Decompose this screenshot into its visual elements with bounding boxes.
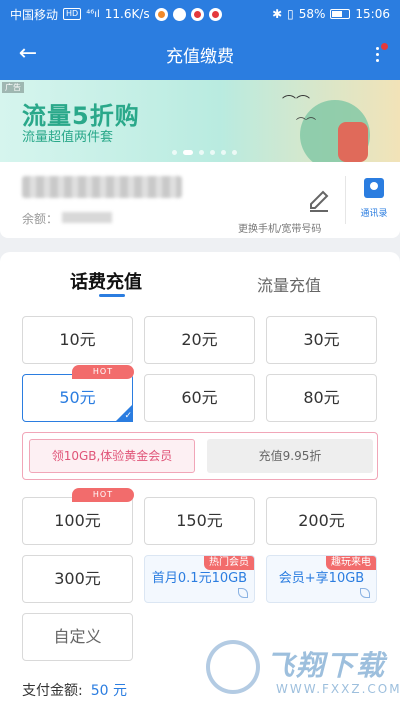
banner-subheadline: 流量超值两件套 — [22, 130, 114, 145]
payment-amount: 50 元 — [90, 683, 127, 699]
pagination-dot — [199, 150, 204, 155]
contacts-label: 通讯录 — [360, 209, 388, 219]
pagination-dot — [221, 150, 226, 155]
hd-indicator: HD — [63, 8, 82, 20]
vibrate-icon: ▯ — [287, 7, 294, 21]
pagination-dot — [172, 150, 177, 155]
watermark-text: 飞翔下载 — [266, 649, 387, 682]
bird-icon: ⌒⌒ — [296, 118, 316, 129]
back-arrow-icon[interactable]: ← — [14, 40, 42, 68]
custom-amount-button[interactable]: 自定义 — [22, 613, 133, 661]
bluetooth-icon: ✱ — [272, 7, 283, 21]
leaf-icon — [360, 588, 370, 598]
tab-phone-recharge[interactable]: 话费充值 — [70, 268, 142, 294]
hot-badge: HOT — [72, 365, 134, 379]
package-option-member-first-month[interactable]: 首月0.1元10GB 热门会员 — [144, 555, 255, 603]
notification-dot — [381, 43, 388, 50]
contacts-button[interactable]: 通讯录 — [352, 178, 396, 219]
package-tag: 热门会员 — [204, 556, 254, 570]
carrier-name: 中国移动 — [10, 7, 59, 22]
package-label: 会员+享10GB — [278, 571, 365, 586]
account-card: 余额： 更换手机/宽带号码 通讯录 — [0, 162, 400, 238]
pagination-dot-active — [183, 150, 193, 155]
hot-badge: HOT — [72, 488, 134, 502]
payment-summary: 支付金额: 50 元 — [22, 680, 127, 700]
edit-pencil-icon[interactable] — [306, 188, 332, 214]
pagination-dot — [232, 150, 237, 155]
balance-label: 余额： — [22, 212, 59, 226]
tab-indicator — [99, 294, 125, 297]
signal-icon: ⁴⁶ıl — [86, 8, 100, 20]
amount-option-200[interactable]: 200元 — [266, 497, 377, 545]
divider — [345, 176, 346, 224]
app-notification-icon — [208, 7, 222, 21]
gold-member-offer[interactable]: 领10GB,体验黄金会员 — [29, 439, 195, 473]
more-vertical-icon[interactable] — [368, 40, 388, 68]
ad-label: 广告 — [2, 82, 24, 93]
bird-icon: ⌒⌒ — [282, 95, 310, 111]
watermark-logo: 飞翔下载 WWW.FXXZ.COM — [206, 640, 400, 702]
balance-value-blurred — [62, 212, 112, 223]
network-speed: 11.6K/s — [104, 7, 150, 21]
pagination-dot — [210, 150, 215, 155]
amount-option-10[interactable]: 10元 — [22, 316, 133, 364]
clock: 15:06 — [355, 7, 390, 21]
watermark-circle-icon — [206, 640, 260, 694]
chat-notification-icon — [172, 7, 186, 21]
leaf-icon — [238, 588, 248, 598]
amount-option-50[interactable]: 50元 HOT — [22, 365, 134, 422]
selected-check-icon — [115, 404, 133, 422]
change-number-link[interactable]: 更换手机/宽带号码 — [238, 220, 321, 235]
amount-label: 100元 — [54, 511, 101, 530]
banner-pagination — [172, 150, 237, 155]
discount-offer[interactable]: 充值9.95折 — [207, 439, 373, 473]
amount-option-30[interactable]: 30元 — [266, 316, 377, 364]
app-notification-icon — [154, 7, 168, 21]
amount-option-300[interactable]: 300元 — [22, 555, 133, 603]
amount-label: 50元 — [59, 388, 96, 407]
contacts-icon — [364, 178, 384, 198]
watermark-url: WWW.FXXZ.COM — [276, 682, 400, 696]
amount-option-20[interactable]: 20元 — [144, 316, 255, 364]
page-title: 充值缴费 — [166, 46, 234, 67]
nav-bar: ← 充值缴费 — [0, 28, 400, 80]
amount-option-150[interactable]: 150元 — [144, 497, 255, 545]
payment-label: 支付金额: — [22, 683, 83, 699]
package-label: 首月0.1元10GB — [151, 571, 248, 586]
status-bar: 中国移动 HD ⁴⁶ıl 11.6K/s ✱ ▯ 58% 15:06 — [0, 0, 400, 28]
app-notification-icon — [190, 7, 204, 21]
battery-icon — [330, 9, 351, 19]
amount-option-80[interactable]: 80元 — [266, 374, 377, 422]
girl-illustration — [338, 122, 368, 162]
member-offer-box: 领10GB,体验黄金会员 充值9.95折 — [22, 432, 378, 480]
battery-percent: 58% — [298, 7, 326, 21]
amount-option-100[interactable]: 100元 HOT — [22, 488, 134, 545]
package-option-member-10gb[interactable]: 会员+享10GB 趣玩来电 — [266, 555, 377, 603]
tab-data-recharge[interactable]: 流量充值 — [257, 272, 321, 296]
amount-option-60[interactable]: 60元 — [144, 374, 255, 422]
phone-number-blurred — [22, 176, 182, 198]
package-tag: 趣玩来电 — [326, 556, 376, 570]
